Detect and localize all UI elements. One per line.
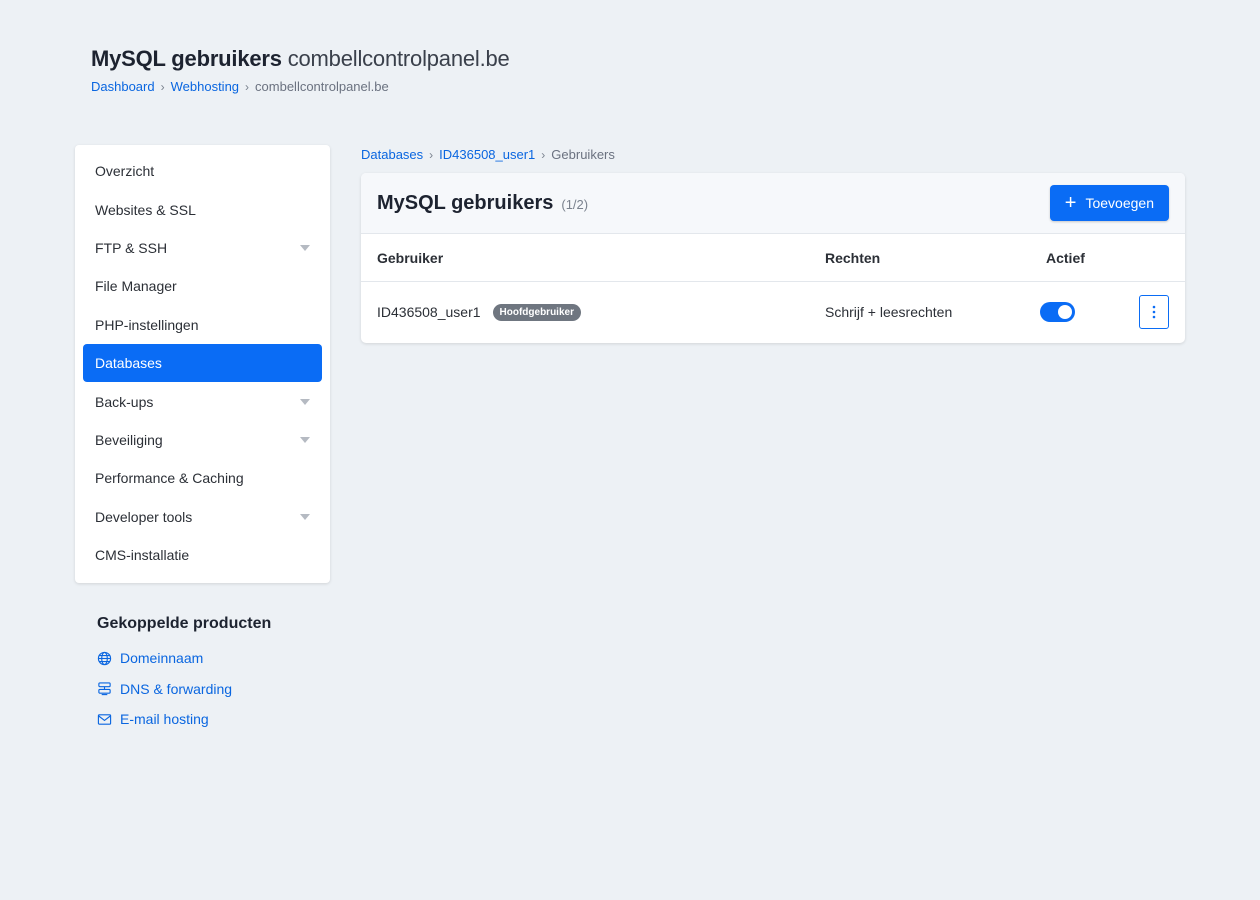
breadcrumb-dashboard[interactable]: Dashboard <box>91 79 155 94</box>
breadcrumb-separator: › <box>429 148 434 162</box>
globe-icon <box>97 651 112 665</box>
active-toggle[interactable] <box>1040 302 1075 322</box>
page-title-text: MySQL gebruikers <box>91 46 282 71</box>
card-title: MySQL gebruikers (1/2) <box>377 192 588 215</box>
more-vertical-icon <box>1152 305 1156 319</box>
breadcrumb-separator: › <box>541 148 546 162</box>
sidebar: Overzicht Websites & SSL FTP & SSH File … <box>75 145 330 583</box>
sidebar-item-ftp-ssh[interactable]: FTP & SSH <box>83 229 322 267</box>
sidebar-item-label: Websites & SSL <box>95 201 196 218</box>
linked-products-title: Gekoppelde producten <box>97 615 272 632</box>
content-breadcrumb: Databases › ID436508_user1 › Gebruikers <box>361 147 615 162</box>
column-header-active: Actief <box>1046 249 1085 266</box>
page-title: MySQL gebruikers combellcontrolpanel.be <box>91 46 510 72</box>
sidebar-item-label: Overzicht <box>95 163 155 180</box>
breadcrumb: Dashboard › Webhosting › combellcontrolpanel… <box>91 79 510 94</box>
sidebar-item-label: Performance & Caching <box>95 470 244 487</box>
breadcrumb-database-user[interactable]: ID436508_user1 <box>439 147 535 162</box>
main-user-badge: Hoofdgebruiker <box>492 303 581 321</box>
user-rights: Schrijf + leesrechten <box>825 304 953 320</box>
sidebar-item-label: File Manager <box>95 278 177 295</box>
add-user-button[interactable]: + Toevoegen <box>1049 185 1169 221</box>
chevron-down-icon <box>300 398 310 405</box>
sidebar-item-file-manager[interactable]: File Manager <box>83 267 322 305</box>
linked-product-dns-forwarding[interactable]: DNS & forwarding <box>97 674 271 705</box>
sidebar-item-overzicht[interactable]: Overzicht <box>83 152 322 190</box>
table-row: ID436508_user1 Hoofdgebruiker Schrijf + … <box>361 282 1185 342</box>
server-icon <box>98 682 111 696</box>
sidebar-item-label: PHP-instellingen <box>95 316 199 333</box>
add-user-label: Toevoegen <box>1085 195 1154 211</box>
page-title-domain: combellcontrolpanel.be <box>287 46 510 71</box>
chevron-down-icon <box>300 436 310 443</box>
card-header: MySQL gebruikers (1/2) + Toevoegen <box>361 173 1185 234</box>
sidebar-item-label: FTP & SSH <box>95 239 168 256</box>
breadcrumb-webhosting[interactable]: Webhosting <box>171 79 239 94</box>
user-count: (1/2) <box>561 196 589 212</box>
sidebar-item-beveiliging[interactable]: Beveiliging <box>83 421 322 459</box>
sidebar-item-cms-installatie[interactable]: CMS-installatie <box>83 536 322 574</box>
sidebar-item-label: Developer tools <box>95 508 193 525</box>
row-actions-button[interactable] <box>1139 295 1169 329</box>
toggle-knob <box>1058 305 1072 319</box>
column-header-rights: Rechten <box>825 249 881 266</box>
table-header: Gebruiker Rechten Actief <box>361 234 1185 282</box>
card-title-text: MySQL gebruikers <box>377 191 554 214</box>
sidebar-item-performance-caching[interactable]: Performance & Caching <box>83 459 322 497</box>
sidebar-item-back-ups[interactable]: Back-ups <box>83 382 322 420</box>
mysql-users-card: MySQL gebruikers (1/2) + Toevoegen Gebruik… <box>361 173 1185 343</box>
linked-product-label: E-mail hosting <box>120 711 209 728</box>
linked-product-label: DNS & forwarding <box>120 680 233 697</box>
breadcrumb-current: Gebruikers <box>551 147 615 162</box>
linked-product-label: Domeinnaam <box>120 650 204 667</box>
linked-product-domeinnaam[interactable]: Domeinnaam <box>97 643 271 674</box>
sidebar-item-databases[interactable]: Databases <box>83 343 322 383</box>
user-name: ID436508_user1 <box>377 304 481 320</box>
sidebar-item-label: Back-ups <box>95 393 154 410</box>
plus-icon: + <box>1064 192 1077 214</box>
sidebar-item-label: Databases <box>95 355 162 372</box>
breadcrumb-databases[interactable]: Databases <box>361 147 423 162</box>
sidebar-item-developer-tools[interactable]: Developer tools <box>83 498 322 536</box>
linked-product-email-hosting[interactable]: E-mail hosting <box>97 704 271 735</box>
envelope-icon <box>97 714 112 725</box>
breadcrumb-separator: › <box>245 80 250 94</box>
chevron-down-icon <box>300 244 310 251</box>
linked-products: Gekoppelde producten Domeinnaam DNS & fo… <box>97 615 271 735</box>
user-cell: ID436508_user1 Hoofdgebruiker <box>377 303 581 321</box>
column-header-user: Gebruiker <box>377 249 444 266</box>
sidebar-item-php-instellingen[interactable]: PHP-instellingen <box>83 306 322 344</box>
sidebar-item-websites-ssl[interactable]: Websites & SSL <box>83 190 322 228</box>
page-header: MySQL gebruikers combellcontrolpanel.be … <box>91 46 510 94</box>
sidebar-item-label: Beveiliging <box>95 431 163 448</box>
breadcrumb-current: combellcontrolpanel.be <box>255 79 389 94</box>
breadcrumb-separator: › <box>160 80 165 94</box>
chevron-down-icon <box>300 513 310 520</box>
sidebar-item-label: CMS-installatie <box>95 547 190 564</box>
